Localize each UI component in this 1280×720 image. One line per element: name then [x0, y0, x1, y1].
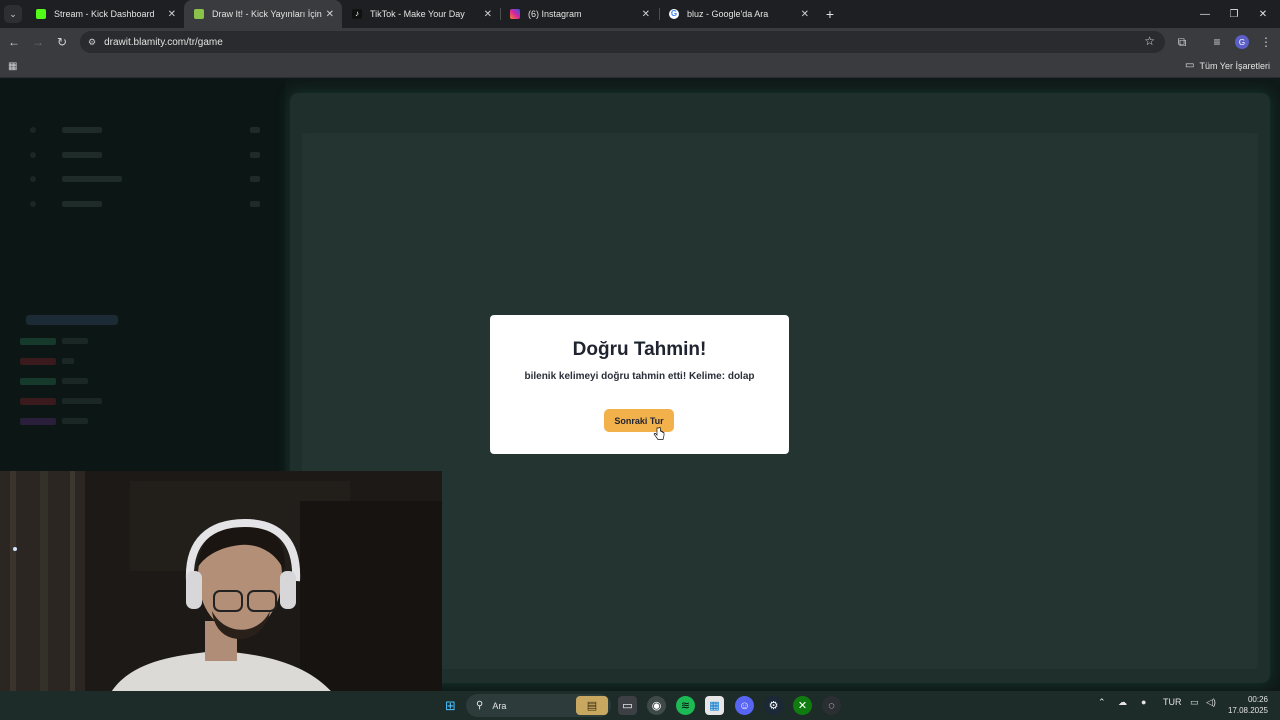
- modal-message: bilenik kelimeyi doğru tahmin etti! Keli…: [524, 371, 755, 382]
- sidebar-item: [30, 196, 260, 212]
- search-highlights-icon[interactable]: ▤: [576, 696, 608, 715]
- discord-icon[interactable]: ☺: [735, 696, 754, 715]
- tab-kick-dashboard[interactable]: Stream - Kick Dashboard ✕: [26, 0, 184, 28]
- network-icon[interactable]: ▭: [1190, 697, 1199, 708]
- apps-grid-icon[interactable]: ▦: [8, 61, 19, 72]
- tab-instagram[interactable]: (6) Instagram ✕: [500, 0, 658, 28]
- spotify-icon[interactable]: ≋: [676, 696, 695, 715]
- tiktok-icon: ♪: [352, 9, 362, 19]
- bookmarks-bar: ▦ ▭ Tüm Yer İşaretleri: [0, 56, 1280, 78]
- close-icon[interactable]: ✕: [326, 9, 334, 20]
- url-text: drawit.blamity.com/tr/game: [104, 36, 223, 48]
- close-icon[interactable]: ✕: [484, 9, 492, 20]
- onedrive-icon[interactable]: ☁: [1118, 697, 1127, 708]
- address-bar[interactable]: ⚙ drawit.blamity.com/tr/game ☆: [80, 31, 1165, 53]
- close-icon[interactable]: ✕: [801, 9, 809, 20]
- instagram-icon: [510, 9, 520, 19]
- tab-title: bluz - Google'da Ara: [687, 9, 769, 19]
- close-icon[interactable]: ✕: [642, 9, 650, 20]
- language-indicator[interactable]: TUR: [1163, 697, 1182, 707]
- players-heading: [26, 315, 118, 325]
- close-icon[interactable]: ✕: [168, 9, 176, 20]
- sidebar-item: [30, 147, 260, 163]
- taskbar-clock[interactable]: 00:26 17.08.2025: [1228, 694, 1268, 716]
- tab-google-search[interactable]: G bluz - Google'da Ara ✕: [659, 0, 817, 28]
- tab-title: Draw It! - Kick Yayınları İçin Çiz: [212, 9, 322, 19]
- clock-time: 00:26: [1247, 695, 1268, 704]
- minimize-button[interactable]: —: [1190, 0, 1220, 28]
- new-tab-button[interactable]: +: [822, 5, 838, 23]
- reload-button[interactable]: ↻: [53, 33, 71, 51]
- draw-it-icon: [194, 9, 204, 19]
- kick-icon: [36, 9, 46, 19]
- task-view-icon[interactable]: ▭: [618, 696, 637, 715]
- correct-guess-modal: Doğru Tahmin! bilenik kelimeyi doğru tah…: [490, 315, 789, 454]
- tab-tiktok[interactable]: ♪ TikTok - Make Your Day ✕: [342, 0, 500, 28]
- chrome-icon[interactable]: ◉: [647, 696, 666, 715]
- all-bookmarks-label: Tüm Yer İşaretleri: [1199, 60, 1270, 71]
- tab-draw-it[interactable]: Draw It! - Kick Yayınları İçin Çiz ✕: [184, 0, 342, 28]
- close-window-button[interactable]: ✕: [1248, 0, 1278, 28]
- windows-start-icon[interactable]: ⊞: [441, 696, 460, 715]
- player-row: [20, 336, 88, 346]
- tab-title: (6) Instagram: [528, 9, 582, 19]
- modal-title: Doğru Tahmin!: [572, 339, 707, 360]
- google-icon: G: [669, 9, 679, 19]
- xbox-icon[interactable]: ✕: [793, 696, 812, 715]
- site-info-icon[interactable]: ⚙: [88, 37, 96, 48]
- webcam-overlay: [0, 471, 442, 720]
- player-row: [20, 376, 88, 386]
- player-row: [20, 396, 102, 406]
- search-icon: ⚲: [476, 700, 484, 711]
- browser-toolbar: ← → ↻ ⚙ drawit.blamity.com/tr/game ☆ ⧉ ≡…: [0, 28, 1280, 56]
- app-icon[interactable]: ◌: [822, 696, 841, 715]
- tab-title: TikTok - Make Your Day: [370, 9, 465, 19]
- tab-search-button[interactable]: ⌄: [4, 5, 22, 23]
- clock-date: 17.08.2025: [1227, 706, 1268, 715]
- sidebar-item: [30, 122, 260, 138]
- player-row: [20, 416, 88, 426]
- hand-cursor-icon: [653, 427, 665, 440]
- menu-icon[interactable]: ⋮: [1257, 33, 1275, 51]
- tab-title: Stream - Kick Dashboard: [54, 9, 155, 19]
- steam-icon[interactable]: ⚙: [764, 696, 783, 715]
- microphone-icon[interactable]: ●: [1141, 697, 1146, 707]
- profile-avatar[interactable]: G: [1235, 35, 1249, 49]
- all-bookmarks-button[interactable]: ▭ Tüm Yer İşaretleri: [1185, 60, 1270, 71]
- folder-icon: ▭: [1185, 60, 1195, 71]
- taskbar-search-placeholder: Ara: [492, 700, 507, 711]
- tray-chevron-icon[interactable]: ⌃: [1098, 697, 1106, 708]
- microsoft-store-icon[interactable]: ▦: [705, 696, 724, 715]
- player-row: [20, 356, 74, 366]
- restore-button[interactable]: ❐: [1219, 0, 1249, 28]
- back-button[interactable]: ←: [5, 33, 23, 51]
- media-controls-icon[interactable]: ≡: [1208, 33, 1226, 51]
- sidebar-item: [30, 171, 260, 187]
- extensions-icon[interactable]: ⧉: [1173, 33, 1191, 51]
- streamer-webcam-image: [0, 471, 442, 720]
- browser-tab-strip: ⌄ Stream - Kick Dashboard ✕ Draw It! - K…: [0, 0, 1280, 28]
- volume-icon[interactable]: ◁): [1206, 697, 1216, 708]
- windows-taskbar: ⊞ ⚲ Ara ▤ ▭ ◉ ≋ ▦ ☺ ⚙ ✕ ◌ ⌃ ☁ ● TUR ▭ ◁)…: [0, 691, 1280, 720]
- bookmark-star-icon[interactable]: ☆: [1144, 34, 1155, 48]
- forward-button[interactable]: →: [29, 33, 47, 51]
